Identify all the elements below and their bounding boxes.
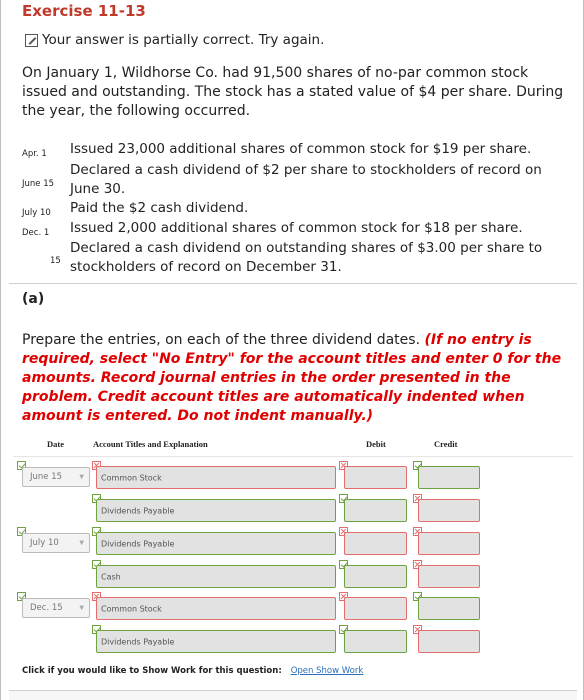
event-text: Declared a cash dividend on outstanding …	[70, 240, 543, 275]
debit-field[interactable]	[344, 630, 407, 653]
chevron-down-icon: ▼	[79, 473, 84, 481]
header-debit: Debit	[366, 439, 386, 449]
debit-field[interactable]	[344, 499, 407, 522]
exercise-title: Exercise 11-13	[22, 2, 146, 20]
credit-field[interactable]	[418, 499, 480, 522]
problem-text: On January 1, Wildhorse Co. had 91,500 s…	[22, 65, 564, 119]
debit-field[interactable]	[344, 565, 407, 588]
header-account: Account Titles and Explanation	[93, 439, 208, 449]
account-title-value: Common Stock	[101, 473, 162, 482]
event-text: Paid the $2 cash dividend.	[70, 200, 249, 216]
page-frame: Exercise 11-13 Your answer is partially …	[0, 0, 584, 700]
account-title-field[interactable]: Dividends Payable	[96, 630, 336, 653]
account-title-field[interactable]: Dividends Payable	[96, 532, 336, 555]
events-list: Apr. 1 Issued 23,000 additional shares o…	[22, 140, 567, 277]
debit-field[interactable]	[344, 597, 407, 620]
account-title-field[interactable]: Dividends Payable	[96, 499, 336, 522]
chevron-down-icon: ▼	[79, 604, 84, 612]
part-label: (a)	[22, 291, 45, 307]
event-text: Issued 2,000 additional shares of common…	[70, 220, 523, 236]
account-title-value: Cash	[101, 572, 121, 581]
chevron-down-icon: ▼	[79, 539, 84, 547]
event-item: June 15 Declared a cash dividend of $2 p…	[22, 161, 567, 199]
account-title-field[interactable]: Common Stock	[96, 466, 336, 489]
event-item: 15 Declared a cash dividend on outstandi…	[22, 239, 567, 277]
account-title-value: Dividends Payable	[101, 539, 175, 548]
event-item: Apr. 1 Issued 23,000 additional shares o…	[22, 140, 567, 161]
credit-field[interactable]	[418, 565, 480, 588]
journal-entry-table: Date Account Titles and Explanation Debi…	[13, 439, 573, 661]
part-instructions: Prepare the entries, on each of the thre…	[22, 331, 567, 426]
date-select[interactable]: July 10 ▼	[22, 533, 90, 553]
credit-field[interactable]	[418, 630, 480, 653]
date-value: June 15	[30, 472, 63, 482]
date-select[interactable]: Dec. 15 ▼	[22, 598, 90, 618]
bottom-panel	[9, 690, 577, 700]
status-message: Your answer is partially correct. Try ag…	[25, 32, 324, 48]
account-title-field[interactable]: Cash	[96, 565, 336, 588]
event-date: June 15	[22, 179, 55, 189]
account-title-field[interactable]: Common Stock	[96, 597, 336, 620]
event-item: July 10 Paid the $2 cash dividend.	[22, 199, 567, 219]
instruction-text: Prepare the entries, on each of the thre…	[22, 332, 425, 348]
show-work-row: Click if you would like to Show Work for…	[22, 666, 363, 676]
debit-field[interactable]	[344, 466, 407, 489]
event-date: 15	[50, 256, 61, 266]
credit-field[interactable]	[418, 597, 480, 620]
open-show-work-link[interactable]: Open Show Work	[291, 666, 364, 676]
show-work-prompt: Click if you would like to Show Work for…	[22, 666, 282, 676]
header-rule	[13, 456, 573, 457]
section-divider	[9, 283, 577, 284]
event-item: Dec. 1 Issued 2,000 additional shares of…	[22, 219, 567, 239]
date-value: Dec. 15	[30, 603, 63, 613]
event-text: Declared a cash dividend of $2 per share…	[70, 162, 542, 197]
account-title-value: Common Stock	[101, 604, 162, 613]
event-text: Issued 23,000 additional shares of commo…	[70, 141, 532, 157]
status-text: Your answer is partially correct. Try ag…	[42, 32, 325, 48]
account-title-value: Dividends Payable	[101, 637, 175, 646]
header-credit: Credit	[434, 439, 458, 449]
credit-field[interactable]	[418, 466, 480, 489]
date-value: July 10	[30, 538, 59, 548]
credit-field[interactable]	[418, 532, 480, 555]
debit-field[interactable]	[344, 532, 407, 555]
pencil-icon	[25, 33, 38, 47]
date-select[interactable]: June 15 ▼	[22, 467, 90, 487]
header-date: Date	[47, 439, 64, 449]
account-title-value: Dividends Payable	[101, 506, 175, 515]
